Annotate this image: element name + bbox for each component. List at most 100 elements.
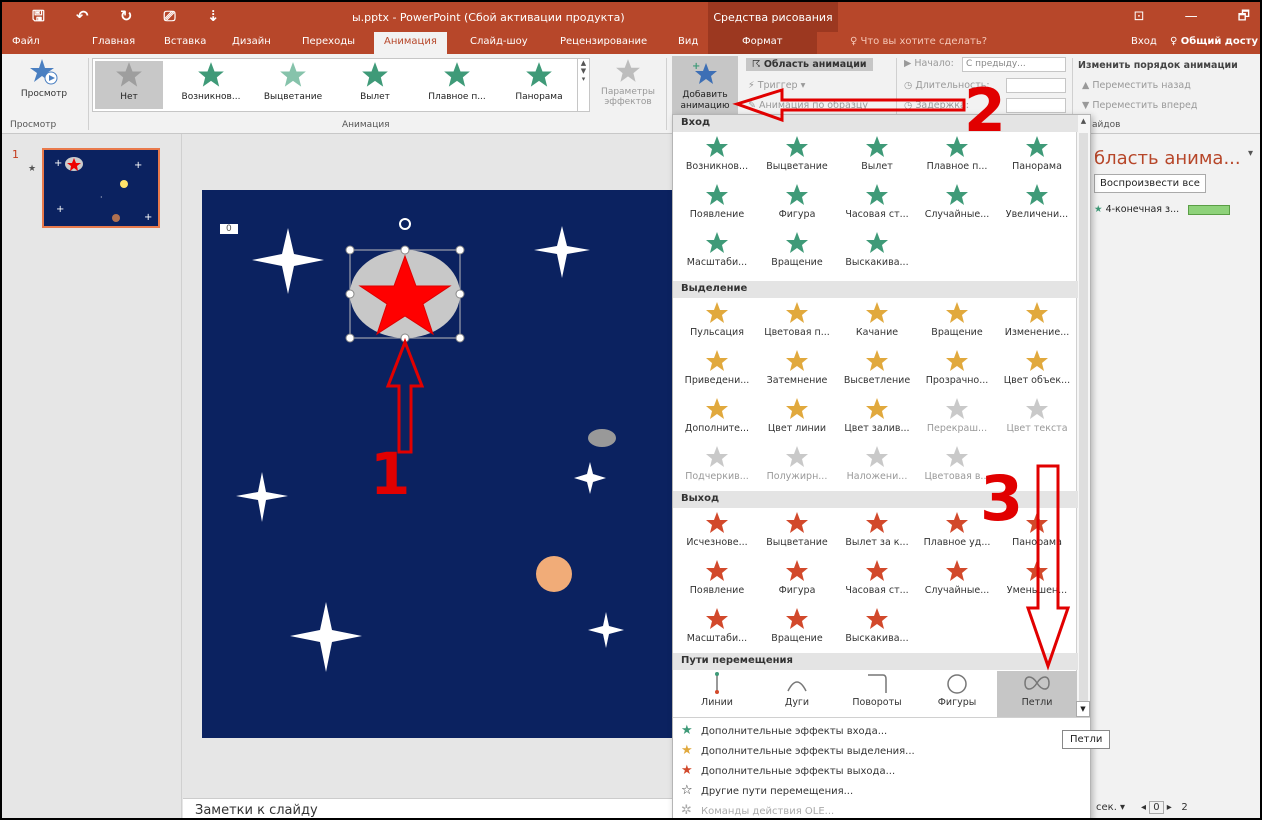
play-all-button[interactable]: Воспроизвести все	[1094, 174, 1206, 193]
gallery-item-panorama[interactable]: Панорама	[505, 61, 573, 109]
path-effect-4[interactable]: Петли	[997, 671, 1077, 717]
ole-actions-link[interactable]: ✲ Команды действия OLE...	[681, 803, 834, 818]
dropdown-scrollbar[interactable]: ▲	[1076, 115, 1090, 717]
emphasis-effect-12[interactable]: Цвет залив...	[837, 397, 917, 443]
path-effect-3[interactable]: Фигуры	[917, 671, 997, 717]
entrance-effect-8[interactable]: Случайные...	[917, 183, 997, 229]
timeline-right-icon[interactable]: ▸	[1167, 802, 1172, 813]
emphasis-effect-6[interactable]: Затемнение	[757, 349, 837, 395]
share-button[interactable]: ♀ Общий досту	[1170, 36, 1258, 47]
gallery-item-none[interactable]: Нет	[95, 61, 163, 109]
emphasis-effect-9[interactable]: Цвет объек...	[997, 349, 1077, 395]
exit-effect-0[interactable]: Исчезнове...	[677, 511, 757, 557]
emphasis-effect-11[interactable]: Цвет линии	[757, 397, 837, 443]
sign-in-link[interactable]: Вход	[1131, 36, 1157, 47]
entrance-effect-9[interactable]: Увеличени...	[997, 183, 1077, 229]
entrance-effect-0[interactable]: Возникнов...	[677, 135, 757, 181]
exit-effect-12[interactable]: Выскакива...	[837, 607, 917, 653]
ribbon-display-icon[interactable]: ⊡	[1134, 9, 1145, 24]
exit-effect-2[interactable]: Вылет за к...	[837, 511, 917, 557]
gallery-item-fade[interactable]: Выцветание	[259, 61, 327, 109]
entrance-effect-7[interactable]: Часовая ст...	[837, 183, 917, 229]
animation-painter-button[interactable]: ✎ Анимация по образцу	[748, 100, 868, 111]
emphasis-effect-10[interactable]: Дополните...	[677, 397, 757, 443]
add-animation-button[interactable]: + Добавить анимацию	[672, 56, 738, 114]
pane-options-icon[interactable]: ▾	[1248, 148, 1253, 159]
slide-canvas[interactable]: 0 1	[202, 190, 722, 738]
effect-options-button[interactable]: Параметры эффектов	[596, 58, 660, 107]
path-effect-0[interactable]: Линии	[677, 671, 757, 717]
redo-icon[interactable]: ↻	[120, 7, 133, 25]
tab-format[interactable]: Формат	[708, 32, 817, 54]
animation-gallery[interactable]: Нет Возникнов... Выцветание Вылет Плавно…	[92, 58, 590, 112]
timeline-left-icon[interactable]: ◂	[1141, 802, 1146, 813]
emphasis-effect-7[interactable]: Высветление	[837, 349, 917, 395]
emphasis-effect-5[interactable]: Приведени...	[677, 349, 757, 395]
tab-review[interactable]: Рецензирование	[560, 36, 647, 47]
exit-effect-5[interactable]: Появление	[677, 559, 757, 605]
exit-effect-7[interactable]: Часовая ст...	[837, 559, 917, 605]
emphasis-effect-4[interactable]: Изменение...	[997, 301, 1077, 347]
emphasis-effect-13[interactable]: Перекраш...	[917, 397, 997, 443]
emphasis-effect-14[interactable]: Цвет текста	[997, 397, 1077, 443]
exit-effect-11[interactable]: Вращение	[757, 607, 837, 653]
gallery-expand-icon[interactable]: ▼	[1076, 701, 1090, 717]
gallery-item-fly-in[interactable]: Вылет	[341, 61, 409, 109]
entrance-effect-2[interactable]: Вылет	[837, 135, 917, 181]
tell-me-box[interactable]: ♀ Что вы хотите сделать?	[850, 36, 987, 47]
start-select[interactable]: С предыду...	[962, 57, 1066, 72]
save-icon[interactable]: 🖫	[32, 6, 45, 31]
scroll-up-icon[interactable]: ▲	[1077, 117, 1090, 129]
tab-insert[interactable]: Вставка	[164, 36, 206, 47]
entrance-effect-10[interactable]: Масштаби...	[677, 231, 757, 277]
emphasis-effect-3[interactable]: Вращение	[917, 301, 997, 347]
customize-qat-icon[interactable]: ⇣	[207, 7, 220, 25]
animation-pane-button[interactable]: ☈ Область анимации	[746, 58, 873, 71]
tab-view[interactable]: Вид	[678, 36, 698, 47]
entrance-effect-6[interactable]: Фигура	[757, 183, 837, 229]
gallery-item-appear[interactable]: Возникнов...	[177, 61, 245, 109]
entrance-effect-4[interactable]: Панорама	[997, 135, 1077, 181]
emphasis-effect-17[interactable]: Наложени...	[837, 445, 917, 491]
preview-button[interactable]: Просмотр	[8, 58, 80, 99]
restore-icon[interactable]: 🗗	[1238, 9, 1250, 24]
tab-slideshow[interactable]: Слайд-шоу	[470, 36, 528, 47]
emphasis-effect-2[interactable]: Качание	[837, 301, 917, 347]
entrance-effect-12[interactable]: Выскакива...	[837, 231, 917, 277]
more-entrance-link[interactable]: ★ Дополнительные эффекты входа...	[681, 723, 887, 738]
minimize-icon[interactable]: —	[1185, 9, 1198, 24]
exit-effect-10[interactable]: Масштаби...	[677, 607, 757, 653]
emphasis-effect-0[interactable]: Пульсация	[677, 301, 757, 347]
move-earlier-button[interactable]: ▲ Переместить назад	[1082, 80, 1191, 91]
gallery-item-float-in[interactable]: Плавное п...	[423, 61, 491, 109]
tab-design[interactable]: Дизайн	[232, 36, 271, 47]
path-effect-2[interactable]: Повороты	[837, 671, 917, 717]
exit-effect-9[interactable]: Уменьшен...	[997, 559, 1077, 605]
exit-effect-8[interactable]: Случайные...	[917, 559, 997, 605]
more-paths-link[interactable]: ☆ Другие пути перемещения...	[681, 783, 853, 798]
animation-list-item[interactable]: ★ 4-конечная з...	[1094, 204, 1231, 215]
delay-input[interactable]	[1006, 98, 1066, 113]
more-exit-link[interactable]: ★ Дополнительные эффекты выхода...	[681, 763, 895, 778]
tab-transitions[interactable]: Переходы	[302, 36, 355, 47]
emphasis-effect-8[interactable]: Прозрачно...	[917, 349, 997, 395]
entrance-effect-5[interactable]: Появление	[677, 183, 757, 229]
undo-icon[interactable]: ↶	[76, 7, 89, 25]
tab-animations[interactable]: Анимация	[374, 32, 447, 54]
entrance-effect-11[interactable]: Вращение	[757, 231, 837, 277]
trigger-button[interactable]: ⚡ Триггер ▾	[748, 80, 805, 91]
slide-thumbnail[interactable]: + + + + ·	[42, 148, 160, 228]
exit-effect-6[interactable]: Фигура	[757, 559, 837, 605]
scroll-thumb[interactable]	[1079, 133, 1088, 703]
tab-home[interactable]: Главная	[92, 36, 135, 47]
entrance-effect-1[interactable]: Выцветание	[757, 135, 837, 181]
gallery-scroll[interactable]: ▲ ▼ ▾	[577, 59, 589, 111]
present-icon[interactable]: ⎚	[164, 7, 176, 25]
emphasis-effect-1[interactable]: Цветовая п...	[757, 301, 837, 347]
exit-effect-1[interactable]: Выцветание	[757, 511, 837, 557]
tab-file[interactable]: Файл	[12, 36, 40, 47]
move-later-button[interactable]: ▼ Переместить вперед	[1082, 100, 1197, 111]
path-effect-1[interactable]: Дуги	[757, 671, 837, 717]
more-emphasis-link[interactable]: ★ Дополнительные эффекты выделения...	[681, 743, 915, 758]
emphasis-effect-16[interactable]: Полужирн...	[757, 445, 837, 491]
